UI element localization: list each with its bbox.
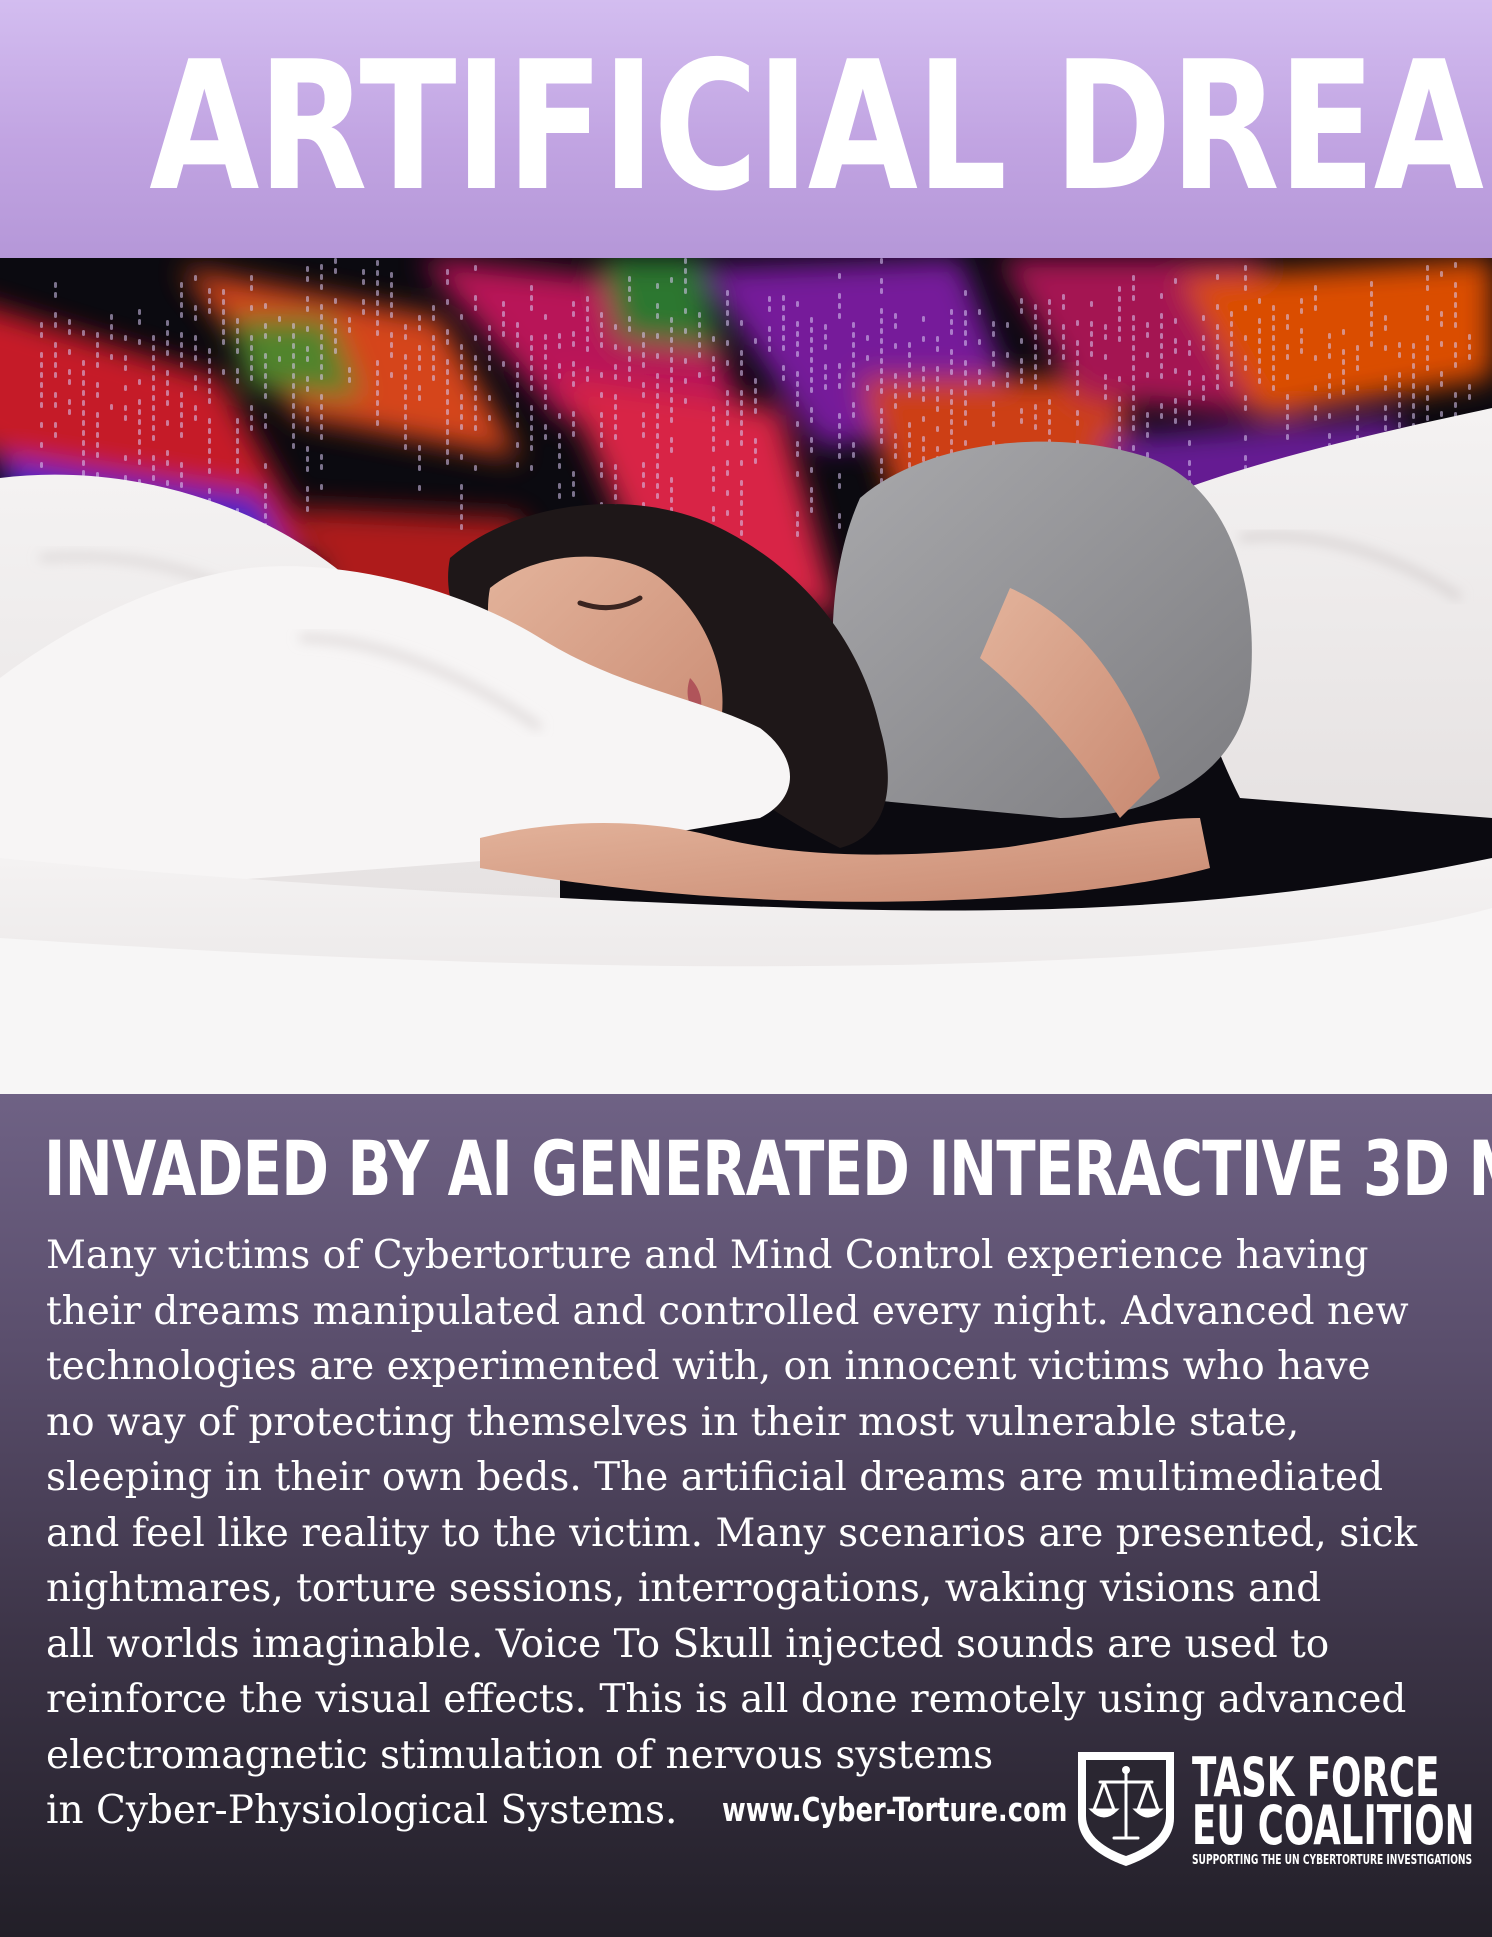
poster: ARTIFICIAL DREAMS <box>0 0 1492 1937</box>
body-line: no way of protecting themselves in their… <box>46 1399 1300 1445</box>
logo-line-eu-coalition: EU COALITION <box>1192 1794 1475 1857</box>
text-band: INVADED BY AI GENERATED INTERACTIVE 3D M… <box>0 1094 1492 1937</box>
hero-illustration <box>0 258 1492 1094</box>
body-line: sleeping in their own beds. The artifici… <box>46 1455 1384 1500</box>
poster-subtitle: INVADED BY AI GENERATED INTERACTIVE 3D M… <box>44 1124 1492 1213</box>
title-band: ARTIFICIAL DREAMS <box>0 0 1492 258</box>
task-force-logo: TASK FORCE EU COALITION SUPPORTING THE U… <box>1074 1748 1474 1868</box>
body-line: their dreams manipulated and controlled … <box>46 1288 1409 1334</box>
scales-of-justice-shield-icon <box>1078 1752 1174 1866</box>
poster-title: ARTIFICIAL DREAMS <box>149 23 1492 230</box>
body-line: reinforce the visual effects. This is al… <box>46 1677 1407 1722</box>
sleeping-woman-illustration <box>0 258 1492 1094</box>
logo-tagline: SUPPORTING THE UN CYBERTORTURE INVESTIGA… <box>1192 1853 1473 1868</box>
body-line: nightmares, torture sessions, interrogat… <box>46 1566 1322 1611</box>
body-line: Many victims of Cybertorture and Mind Co… <box>46 1233 1369 1278</box>
body-line: and feel like reality to the victim. Man… <box>46 1510 1418 1556</box>
website-link[interactable]: www.Cyber-Torture.com <box>722 1790 1067 1830</box>
body-line: all worlds imaginable. Voice To Skull in… <box>46 1621 1330 1667</box>
body-line: technologies are experimented with, on i… <box>46 1344 1371 1389</box>
